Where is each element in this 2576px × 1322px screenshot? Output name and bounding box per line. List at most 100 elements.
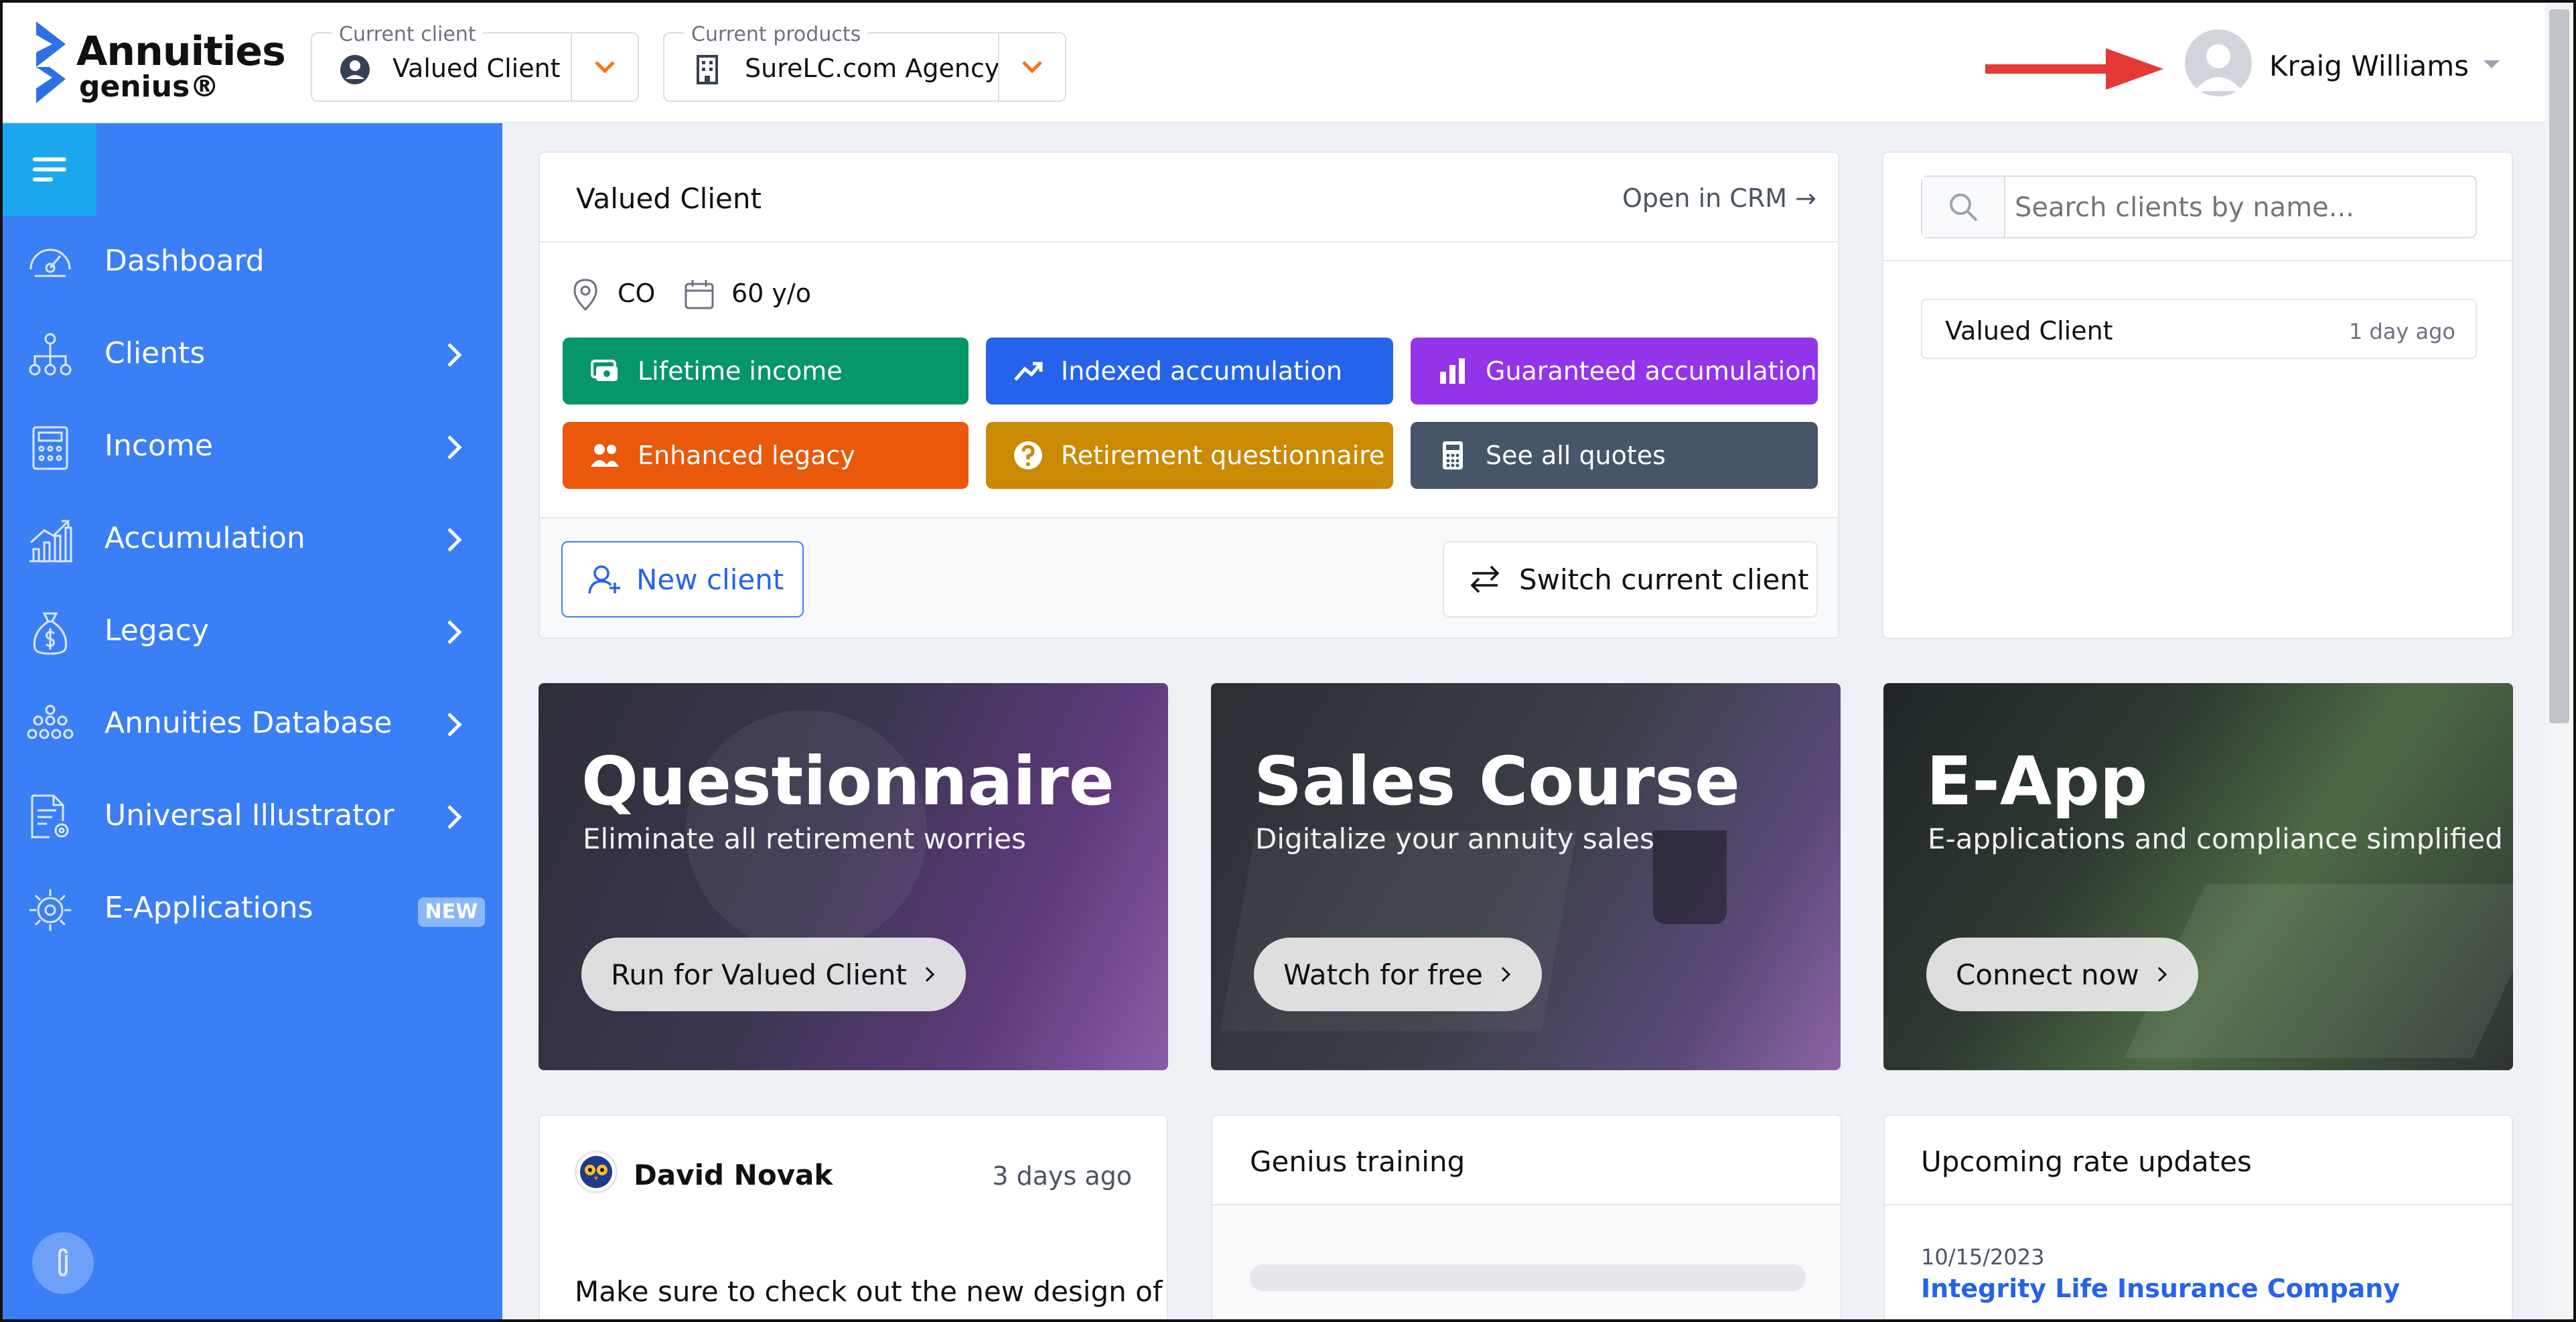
pill-label: See all quotes (1486, 441, 1666, 470)
new-badge: NEW (418, 897, 485, 927)
scrollbar-thumb[interactable] (2549, 9, 2569, 723)
user-avatar[interactable] (2185, 29, 2252, 96)
brand-name: Annuities (76, 28, 286, 75)
rate-update-company-link[interactable]: Integrity Life Insurance Company (1921, 1274, 2400, 1303)
bar-chart-icon (1440, 358, 1465, 384)
building-icon (697, 55, 718, 84)
promo-questionnaire: Questionnaire Eliminate all retirement w… (539, 683, 1168, 1070)
calculator-icon (1443, 441, 1463, 469)
location-pin-icon (573, 279, 597, 311)
client-search-box[interactable] (1921, 175, 2477, 238)
current-client-selector[interactable]: Current client Valued Client (311, 23, 639, 102)
chevron-right-icon (447, 343, 462, 367)
trend-up-icon (1014, 362, 1043, 381)
pill-label: Indexed accumulation (1061, 356, 1342, 386)
client-dropdown-button[interactable] (571, 33, 638, 100)
money-stack-icon (591, 360, 618, 381)
author-avatar (575, 1151, 618, 1193)
sidebar-item-clients[interactable]: Clients (3, 316, 502, 390)
sidebar-item-label: Clients (104, 336, 206, 370)
guaranteed-accumulation-button[interactable]: Guaranteed accumulation (1411, 338, 1818, 405)
menu-toggle-button[interactable] (3, 123, 96, 216)
news-text: Make sure to check out the new design of (575, 1275, 1163, 1308)
open-in-crm-link[interactable]: Open in CRM → (1622, 183, 1816, 213)
current-client-value: Valued Client (392, 54, 561, 83)
database-dots-icon (27, 705, 74, 739)
user-menu-caret-icon[interactable] (2481, 56, 2502, 72)
watch-for-free-button[interactable]: Watch for free (1254, 938, 1543, 1011)
products-dropdown-button[interactable] (998, 33, 1065, 100)
enhanced-legacy-button[interactable]: Enhanced legacy (563, 422, 969, 489)
promo-subtitle: Eliminate all retirement worries (583, 822, 1026, 855)
switch-current-client-button[interactable]: Switch current client (1443, 541, 1818, 617)
switch-client-label: Switch current client (1519, 563, 1809, 596)
lifetime-income-button[interactable]: Lifetime income (563, 338, 969, 405)
see-all-quotes-button[interactable]: See all quotes (1411, 422, 1818, 489)
retirement-questionnaire-button[interactable]: Retirement questionnaire (986, 422, 1393, 489)
client-age: 60 y/o (731, 279, 811, 308)
sidebar-item-accumulation[interactable]: Accumulation (3, 501, 502, 575)
sidebar-item-universal-illustrator[interactable]: Universal Illustrator (3, 778, 502, 852)
promo-title: Questionnaire (581, 742, 1115, 820)
chevron-right-icon (447, 805, 462, 829)
news-time: 3 days ago (992, 1161, 1132, 1191)
sidebar-item-label: Accumulation (104, 521, 305, 555)
swap-arrows-icon (1470, 565, 1500, 593)
client-card-title: Valued Client (576, 182, 762, 215)
default-avatar-icon (2194, 44, 2242, 91)
client-search-panel: Valued Client 1 day ago (1882, 151, 2513, 639)
search-input[interactable] (2015, 190, 2470, 225)
brand-subname: genius® (79, 70, 220, 104)
promo-mug-shape (1653, 830, 1727, 924)
sidebar-item-label: Universal Illustrator (104, 798, 395, 832)
promo-e-app: E-App E-applications and compliance simp… (1883, 683, 2513, 1070)
run-for-client-button[interactable]: Run for Valued Client (581, 938, 966, 1011)
rate-update-date: 10/15/2023 (1921, 1244, 2045, 1270)
sidebar-item-annuities-database[interactable]: Annuities Database (3, 686, 502, 759)
search-button[interactable] (1922, 177, 2005, 237)
user-name[interactable]: Kraig Williams (2269, 50, 2469, 82)
genius-training-card: Genius training (1211, 1114, 1842, 1319)
news-card: David Novak 3 days ago Make sure to chec… (539, 1114, 1168, 1319)
users-icon (591, 444, 619, 467)
sidebar-item-e-applications[interactable]: E-Applications NEW (3, 871, 502, 944)
hamburger-icon (33, 157, 66, 181)
help-button[interactable] (32, 1232, 94, 1294)
client-state: CO (618, 279, 656, 308)
search-icon (1950, 194, 1978, 222)
promo-subtitle: Digitalize your annuity sales (1255, 822, 1654, 855)
rate-updates-card: Upcoming rate updates 10/15/2023 Integri… (1883, 1114, 2513, 1319)
current-products-selector[interactable]: Current products SureLC.com Agency (663, 23, 1066, 102)
sidebar-item-label: Legacy (104, 613, 209, 648)
sidebar-item-label: Income (104, 429, 213, 463)
chevron-right-icon (2157, 966, 2167, 982)
chevron-right-icon (447, 713, 462, 737)
chevron-right-icon (1501, 966, 1511, 982)
sidebar-item-label: E-Applications (104, 891, 313, 925)
promo-button-label: Watch for free (1283, 958, 1484, 991)
news-author: David Novak (634, 1159, 833, 1191)
sidebar-item-label: Annuities Database (104, 706, 392, 740)
sidebar-item-dashboard[interactable]: Dashboard (3, 224, 502, 297)
top-header: Annuities genius® Current client Valued … (3, 3, 2573, 123)
paperclip-icon (58, 1248, 68, 1277)
client-card-header: Valued Client Open in CRM → (540, 153, 1838, 242)
promo-subtitle: E-applications and compliance simplified (1928, 822, 2503, 855)
loading-placeholder (1250, 1264, 1806, 1291)
connect-now-button[interactable]: Connect now (1926, 938, 2198, 1011)
promo-title: Sales Course (1254, 742, 1740, 820)
recent-client-item[interactable]: Valued Client 1 day ago (1921, 299, 2477, 359)
money-bag-icon (33, 612, 68, 655)
sidebar-item-legacy[interactable]: Legacy (3, 593, 502, 667)
brand-logo[interactable]: Annuities genius® (29, 16, 291, 110)
calendar-icon (685, 280, 714, 309)
page-scrollbar[interactable] (2545, 3, 2573, 1319)
pill-label: Guaranteed accumulation (1486, 356, 1817, 386)
promo-title: E-App (1926, 742, 2148, 820)
calculator-icon (32, 426, 68, 470)
new-client-button[interactable]: New client (561, 541, 804, 617)
promo-button-label: Run for Valued Client (611, 958, 907, 991)
chevron-right-icon (447, 528, 462, 552)
indexed-accumulation-button[interactable]: Indexed accumulation (986, 338, 1393, 405)
sidebar-item-income[interactable]: Income (3, 409, 502, 482)
